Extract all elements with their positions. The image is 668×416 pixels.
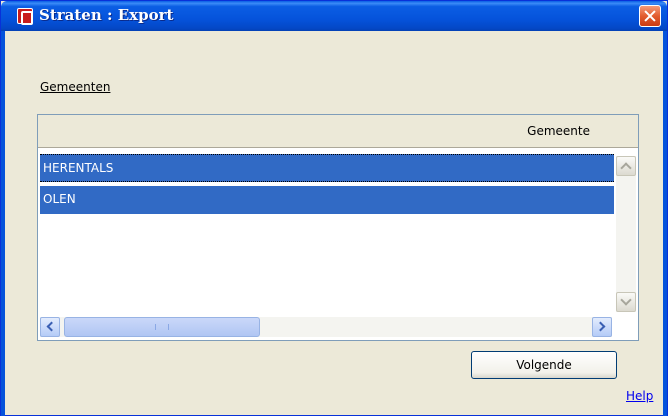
window-title: Straten : Export [39,6,174,24]
next-button[interactable]: Volgende [471,351,617,379]
scroll-left-icon[interactable] [40,317,60,337]
app-icon [17,8,33,25]
horizontal-scrollbar[interactable] [40,317,612,337]
horizontal-scroll-thumb[interactable] [64,317,260,337]
window-frame-left [1,31,5,416]
scroll-right-icon[interactable] [592,317,612,337]
window-frame-right [663,31,667,416]
scroll-up-icon[interactable] [616,156,636,176]
table-row[interactable]: OLEN [40,186,614,214]
vertical-scrollbar[interactable] [616,156,636,312]
close-icon[interactable] [639,5,661,27]
section-label-gemeenten: Gemeenten [40,80,111,94]
grid-header: Gemeente [38,115,638,148]
table-row[interactable]: HERENTALS [40,154,614,182]
title-bar[interactable]: Straten : Export [1,1,667,31]
gemeenten-grid[interactable]: Gemeente HERENTALS OLEN [37,114,639,341]
column-header-gemeente[interactable]: Gemeente [527,124,590,138]
export-dialog-window: Straten : Export Gemeenten Gemeente HERE… [0,0,668,416]
scroll-down-icon[interactable] [616,292,636,312]
help-link[interactable]: Help [626,389,653,403]
